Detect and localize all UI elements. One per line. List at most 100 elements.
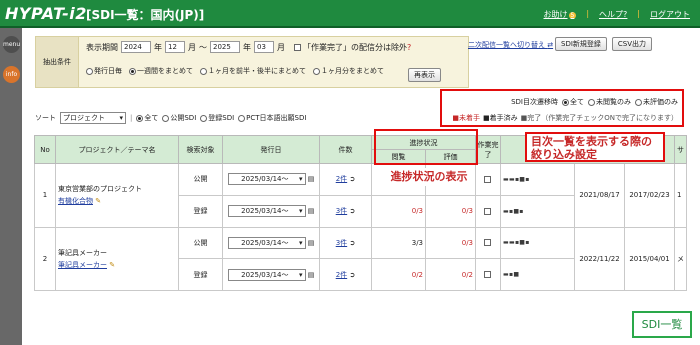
radio-icon bbox=[200, 114, 208, 122]
app-header: HYPAT-i2 [SDI一覧：国内(JP)] お助け 5 | ヘルプ? | ログ… bbox=[0, 0, 700, 28]
date-cell: 2025/03/14～ ▾ ▤ bbox=[222, 194, 320, 228]
status-icons-cell: ▬▬▪■▪ bbox=[500, 163, 575, 196]
theme-link[interactable]: 筆記具メーカー bbox=[58, 261, 107, 269]
status-legend: ■未着手 ■着手済み ■完了（作業完了チェックONで完了になります） bbox=[452, 113, 678, 123]
notice-link[interactable]: お助け 5 bbox=[544, 9, 577, 20]
to-month-input[interactable]: 03 bbox=[254, 41, 274, 53]
project-name: 筆記具メーカー bbox=[58, 248, 107, 257]
date-cell: 2025/03/14～ ▾ ▤ bbox=[222, 163, 320, 196]
month-unit: 月 bbox=[188, 42, 196, 52]
date-value: 2025/03/14～ bbox=[241, 238, 289, 247]
help-icon: ? bbox=[623, 10, 628, 19]
status-icons: ▬▬▪■▪ bbox=[503, 239, 530, 247]
count-link[interactable]: 2件 bbox=[336, 175, 347, 183]
sort-option-pct[interactable]: PCT日本語出願SDI bbox=[238, 113, 306, 123]
pencil-icon[interactable]: ✎ bbox=[109, 261, 115, 269]
year-unit: 年 bbox=[154, 42, 162, 52]
app-logo: HYPAT-i2 bbox=[5, 4, 87, 23]
arrow-circle-icon[interactable]: ➲ bbox=[349, 175, 355, 183]
row-no: 2 bbox=[34, 226, 56, 291]
status-icons: ▬▪■ bbox=[503, 271, 520, 279]
document-icon[interactable]: ▤ bbox=[308, 207, 315, 215]
document-icon[interactable]: ▤ bbox=[308, 271, 315, 279]
filter-callout-line1: 目次一覧を表示する際の bbox=[531, 135, 652, 148]
done-checkbox[interactable] bbox=[475, 194, 501, 228]
date-select[interactable]: 2025/03/14～ ▾ bbox=[227, 205, 306, 218]
filter-option-unviewed[interactable]: 未閲覧のみ bbox=[588, 97, 631, 107]
from-year-input[interactable]: 2024 bbox=[121, 41, 151, 53]
checkbox-icon bbox=[483, 207, 491, 215]
filter-settings-box: SDI目次遷移時 全て 未閲覧のみ 未評価のみ ■未着手 ■着手済み ■完了（作… bbox=[440, 89, 684, 127]
document-icon[interactable]: ▤ bbox=[308, 239, 315, 247]
notice-label: お助け bbox=[543, 10, 568, 19]
col-date: 発行日 bbox=[222, 135, 320, 164]
menu-button[interactable]: menu bbox=[3, 36, 20, 53]
date-select[interactable]: 2025/03/14～ ▾ bbox=[227, 268, 306, 281]
option-label: １ヶ月を前半・後半にまとめて bbox=[208, 67, 306, 75]
help-link[interactable]: ヘルプ? bbox=[599, 9, 627, 20]
chevron-down-icon: ▾ bbox=[299, 270, 303, 279]
done-checkbox[interactable] bbox=[475, 163, 501, 196]
viewed-cell: 0/3 bbox=[371, 194, 426, 228]
separator: | bbox=[586, 9, 590, 18]
option-label: 全て bbox=[144, 114, 159, 122]
filter-option-all[interactable]: 全て bbox=[562, 97, 584, 107]
document-icon[interactable]: ▤ bbox=[308, 175, 315, 183]
count-cell: 2件 ➲ bbox=[319, 163, 372, 196]
sort-option-registered[interactable]: 登録SDI bbox=[200, 113, 234, 123]
option-per-date[interactable]: 発行日毎 bbox=[86, 66, 122, 76]
sort-select[interactable]: プロジェクト ▾ bbox=[60, 112, 126, 124]
project-cell: 東京営業部のプロジェクト 有機化合物 ✎ bbox=[55, 163, 179, 228]
option-label: 全て bbox=[570, 98, 584, 106]
theme-link[interactable]: 有機化合物 bbox=[58, 197, 93, 205]
option-weekly[interactable]: 一週間をまとめて bbox=[129, 66, 193, 76]
option-label: 発行日毎 bbox=[94, 67, 122, 75]
date-select[interactable]: 2025/03/14～ ▾ bbox=[227, 173, 306, 186]
arrow-circle-icon[interactable]: ➲ bbox=[349, 271, 355, 279]
done-checkbox[interactable] bbox=[475, 226, 501, 260]
option-monthly[interactable]: １ヶ月分をまとめて bbox=[313, 66, 384, 76]
filter-option-unevaluated[interactable]: 未評価のみ bbox=[635, 97, 678, 107]
date1-cell: 2022/11/22 bbox=[574, 226, 625, 291]
option-label: 一週間をまとめて bbox=[137, 67, 193, 75]
filter-label: SDI目次遷移時 bbox=[511, 98, 558, 106]
radio-icon bbox=[86, 67, 93, 75]
page-label: SDI一覧 bbox=[632, 311, 692, 338]
checkbox-icon bbox=[294, 43, 301, 51]
new-sdi-button[interactable]: SDI新規登録 bbox=[555, 37, 607, 51]
conditions-label: 抽出条件 bbox=[35, 36, 79, 88]
done-checkbox[interactable] bbox=[475, 258, 501, 291]
sort-option-all[interactable]: 全て bbox=[136, 113, 158, 123]
to-year-input[interactable]: 2025 bbox=[210, 41, 240, 53]
progress-highlight-box bbox=[374, 129, 478, 165]
arrow-circle-icon[interactable]: ➲ bbox=[349, 207, 355, 215]
redisplay-button[interactable]: 再表示 bbox=[408, 68, 441, 82]
count-link[interactable]: 3件 bbox=[336, 239, 347, 247]
pencil-icon[interactable]: ✎ bbox=[95, 197, 101, 205]
option-half-month[interactable]: １ヶ月を前半・後半にまとめて bbox=[200, 66, 306, 76]
exclude-label: 「作業完了」の配信分は除外 bbox=[303, 42, 407, 52]
target-cell: 登録 bbox=[178, 194, 223, 228]
arrow-circle-icon[interactable]: ➲ bbox=[349, 239, 355, 247]
csv-export-button[interactable]: CSV出力 bbox=[611, 37, 653, 51]
count-link[interactable]: 3件 bbox=[336, 207, 347, 215]
extra-cell: 1 bbox=[674, 163, 688, 228]
period-label: 表示期間 bbox=[86, 42, 118, 52]
switch-list-link[interactable]: 二次配信一覧へ切り替え ⇄ bbox=[468, 40, 553, 50]
sort-option-public[interactable]: 公開SDI bbox=[162, 113, 196, 123]
logout-link[interactable]: ログアウト bbox=[650, 9, 690, 20]
filter-callout: 目次一覧を表示する際の 絞り込み設定 bbox=[525, 132, 665, 162]
target-cell: 公開 bbox=[178, 163, 223, 196]
info-button[interactable]: info bbox=[3, 66, 20, 83]
date-select[interactable]: 2025/03/14～ ▾ bbox=[227, 236, 306, 249]
top-buttons: SDI新規登録 CSV出力 bbox=[555, 37, 653, 51]
status-icons-cell: ▬▬▪■▪ bbox=[500, 226, 575, 260]
page: HYPAT-i2 [SDI一覧：国内(JP)] お助け 5 | ヘルプ? | ログ… bbox=[0, 0, 700, 345]
exclude-checkbox[interactable]: 「作業完了」の配信分は除外? bbox=[294, 42, 411, 53]
from-month-input[interactable]: 12 bbox=[165, 41, 185, 53]
count-link[interactable]: 2件 bbox=[336, 271, 347, 279]
sort-row: ソート プロジェクト ▾ | 全て 公開SDI 登録SDI PCT日本語出願SD… bbox=[35, 112, 306, 124]
radio-icon bbox=[562, 98, 569, 106]
year-unit: 年 bbox=[243, 42, 251, 52]
period-row: 表示期間 2024 年 12 月 ～ 2025 年 03 月 「作業完了」の配信… bbox=[86, 41, 411, 53]
